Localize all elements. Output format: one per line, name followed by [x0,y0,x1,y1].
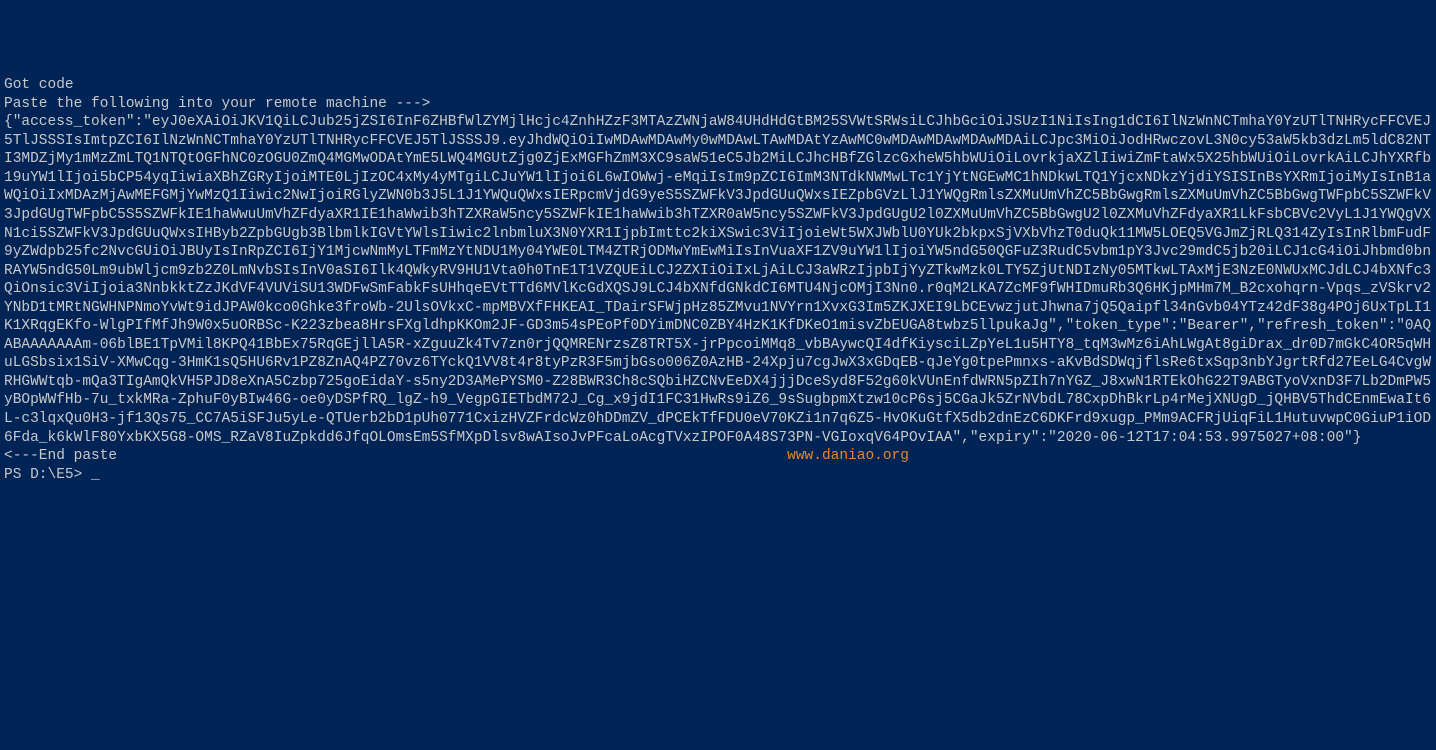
status-line: Got code [4,77,74,93]
paste-instruction: Paste the following into your remote mac… [4,96,430,112]
watermark-text: www.daniao.org [787,448,909,464]
terminal-output: Got code Paste the following into your r… [4,76,1432,484]
cursor: _ [91,467,100,483]
powershell-prompt[interactable]: PS D:\E5> [4,467,82,483]
token-json-block: {"access_token":"eyJ0eXAiOiJKV1QiLCJub25… [4,114,1431,445]
end-paste-marker: <---End paste [4,448,117,464]
